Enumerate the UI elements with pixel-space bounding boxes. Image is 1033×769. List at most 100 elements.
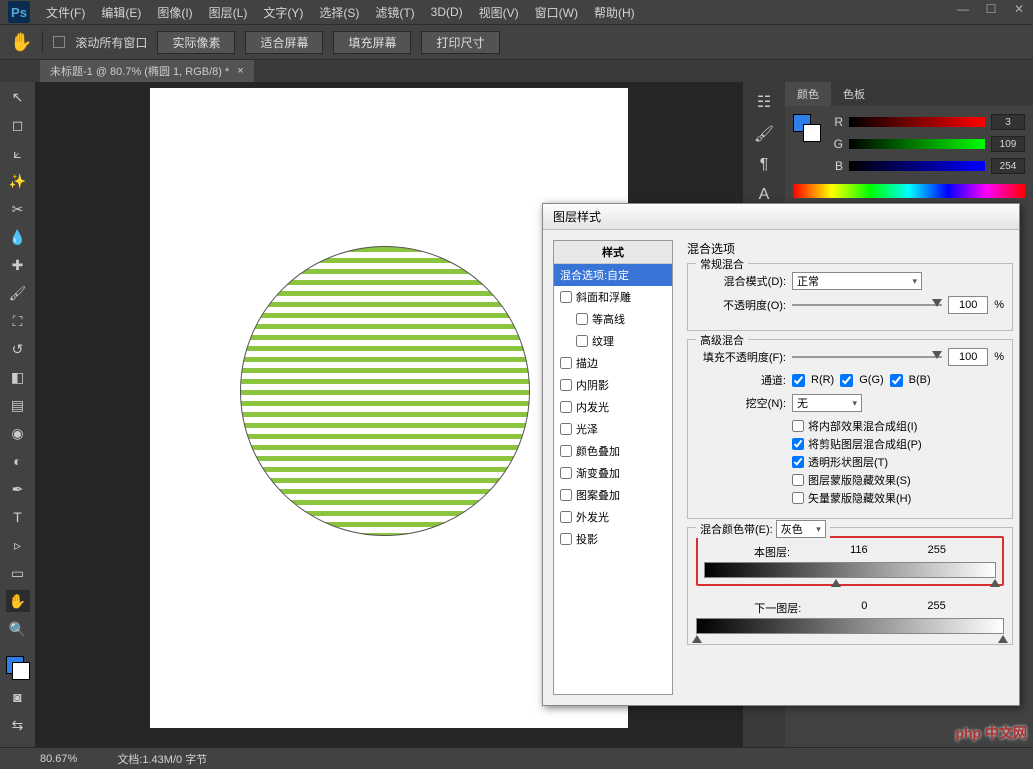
blend-mode-select[interactable]: 正常 [792, 272, 922, 290]
style-inner-glow[interactable]: 内发光 [554, 396, 672, 418]
close-icon[interactable]: ✕ [1011, 2, 1027, 16]
zoom-tool-icon[interactable]: 🔍 [6, 618, 30, 640]
style-drop-shadow[interactable]: 投影 [554, 528, 672, 550]
this-layer-white-stop[interactable] [990, 579, 1000, 587]
style-gradient-overlay[interactable]: 渐变叠加 [554, 462, 672, 484]
brush-tool-icon[interactable]: 🖌 [6, 282, 30, 304]
hand-tool-icon[interactable]: ✋ [10, 32, 32, 53]
b-slider[interactable] [849, 161, 985, 171]
style-outer-glow[interactable]: 外发光 [554, 506, 672, 528]
tab-close-icon[interactable]: × [237, 65, 243, 77]
heal-tool-icon[interactable]: ✚ [6, 254, 30, 276]
style-pattern-overlay[interactable]: 图案叠加 [554, 484, 672, 506]
scroll-all-checkbox[interactable] [53, 36, 65, 48]
tab-color[interactable]: 颜色 [785, 82, 831, 106]
dialog-title[interactable]: 图层样式 [543, 204, 1019, 230]
g-value[interactable]: 109 [991, 136, 1025, 152]
brush-panel-icon[interactable]: 🖌 [754, 124, 774, 144]
style-texture[interactable]: 纹理 [554, 330, 672, 352]
menu-file[interactable]: 文件(F) [38, 4, 93, 21]
blend-clipped-checkbox[interactable] [792, 438, 804, 450]
menu-3d[interactable]: 3D(D) [423, 5, 471, 19]
style-stroke[interactable]: 描边 [554, 352, 672, 374]
fill-opacity-input[interactable] [948, 348, 988, 366]
layer-mask-hides-checkbox[interactable] [792, 474, 804, 486]
opacity-input[interactable] [948, 296, 988, 314]
hand-tool-icon[interactable]: ✋ [6, 590, 30, 612]
gradient-tool-icon[interactable]: ▤ [6, 394, 30, 416]
paragraph-icon[interactable]: ¶ [760, 156, 769, 174]
maximize-icon[interactable]: ☐ [983, 2, 999, 16]
document-info[interactable]: 文档:1.43M/0 字节 [117, 751, 207, 767]
menu-type[interactable]: 文字(Y) [255, 4, 311, 21]
r-slider[interactable] [849, 117, 985, 127]
channel-g-checkbox[interactable] [840, 374, 853, 387]
fill-opacity-slider[interactable] [792, 356, 942, 358]
b-value[interactable]: 254 [991, 158, 1025, 174]
quickmask-icon[interactable]: ◙ [6, 686, 30, 708]
crop-tool-icon[interactable]: ✂ [6, 198, 30, 220]
history-brush-icon[interactable]: ↺ [6, 338, 30, 360]
style-inner-shadow[interactable]: 内阴影 [554, 374, 672, 396]
menu-filter[interactable]: 滤镜(T) [367, 4, 422, 21]
options-bar: ✋ 滚动所有窗口 实际像素 适合屏幕 填充屏幕 打印尺寸 [0, 24, 1033, 60]
this-layer-low: 116 [850, 544, 868, 560]
wand-tool-icon[interactable]: ✨ [6, 170, 30, 192]
path-tool-icon[interactable]: ▹ [6, 534, 30, 556]
document-tab[interactable]: 未标题-1 @ 80.7% (椭圆 1, RGB/8) * × [40, 60, 254, 82]
adjustments-icon[interactable]: ☷ [757, 92, 771, 112]
zoom-level[interactable]: 80.67% [40, 753, 77, 765]
g-slider[interactable] [849, 139, 985, 149]
opacity-slider[interactable] [792, 304, 942, 306]
menu-select[interactable]: 选择(S) [311, 4, 367, 21]
color-ramp[interactable] [793, 184, 1025, 198]
move-tool-icon[interactable]: ↖ [6, 86, 30, 108]
lasso-tool-icon[interactable]: ⟀ [6, 142, 30, 164]
menu-help[interactable]: 帮助(H) [586, 4, 643, 21]
blend-interior-checkbox[interactable] [792, 420, 804, 432]
eyedropper-tool-icon[interactable]: 💧 [6, 226, 30, 248]
menu-image[interactable]: 图像(I) [149, 4, 200, 21]
style-satin[interactable]: 光泽 [554, 418, 672, 440]
actual-pixels-button[interactable]: 实际像素 [157, 31, 235, 54]
transparency-shapes-checkbox[interactable] [792, 456, 804, 468]
stamp-tool-icon[interactable]: ⛶ [6, 310, 30, 332]
under-layer-black-stop[interactable] [692, 635, 702, 643]
menu-layer[interactable]: 图层(L) [201, 4, 256, 21]
character-icon[interactable]: A [759, 186, 770, 204]
marquee-tool-icon[interactable]: ◻ [6, 114, 30, 136]
r-value[interactable]: 3 [991, 114, 1025, 130]
channel-r-checkbox[interactable] [792, 374, 805, 387]
style-blending-options[interactable]: 混合选项:自定 [554, 264, 672, 286]
color-swatches[interactable] [6, 656, 30, 680]
dodge-tool-icon[interactable]: ◐ [6, 450, 30, 472]
pen-tool-icon[interactable]: ✒ [6, 478, 30, 500]
under-layer-gradient[interactable] [696, 618, 1004, 634]
under-layer-white-stop[interactable] [998, 635, 1008, 643]
background-swatch[interactable] [12, 662, 30, 680]
style-color-overlay[interactable]: 颜色叠加 [554, 440, 672, 462]
screenmode-icon[interactable]: ⇆ [6, 714, 30, 736]
knockout-select[interactable]: 无 [792, 394, 862, 412]
shape-tool-icon[interactable]: ▭ [6, 562, 30, 584]
minimize-icon[interactable]: — [955, 2, 971, 16]
blend-if-this-layer-highlight: 本图层: 116 255 [696, 536, 1004, 586]
blend-if-select[interactable]: 灰色 [776, 520, 826, 538]
blur-tool-icon[interactable]: ◉ [6, 422, 30, 444]
print-size-button[interactable]: 打印尺寸 [421, 31, 499, 54]
vector-mask-hides-checkbox[interactable] [792, 492, 804, 504]
fit-screen-button[interactable]: 适合屏幕 [245, 31, 323, 54]
menu-window[interactable]: 窗口(W) [527, 4, 586, 21]
menu-view[interactable]: 视图(V) [471, 4, 527, 21]
tab-swatches[interactable]: 色板 [831, 82, 877, 106]
fill-screen-button[interactable]: 填充屏幕 [333, 31, 411, 54]
menu-edit[interactable]: 编辑(E) [93, 4, 149, 21]
type-tool-icon[interactable]: T [6, 506, 30, 528]
mini-swatches[interactable] [793, 114, 821, 142]
this-layer-black-stop[interactable] [831, 579, 841, 587]
style-bevel[interactable]: 斜面和浮雕 [554, 286, 672, 308]
this-layer-gradient[interactable] [704, 562, 996, 578]
eraser-tool-icon[interactable]: ◧ [6, 366, 30, 388]
style-contour[interactable]: 等高线 [554, 308, 672, 330]
channel-b-checkbox[interactable] [890, 374, 903, 387]
